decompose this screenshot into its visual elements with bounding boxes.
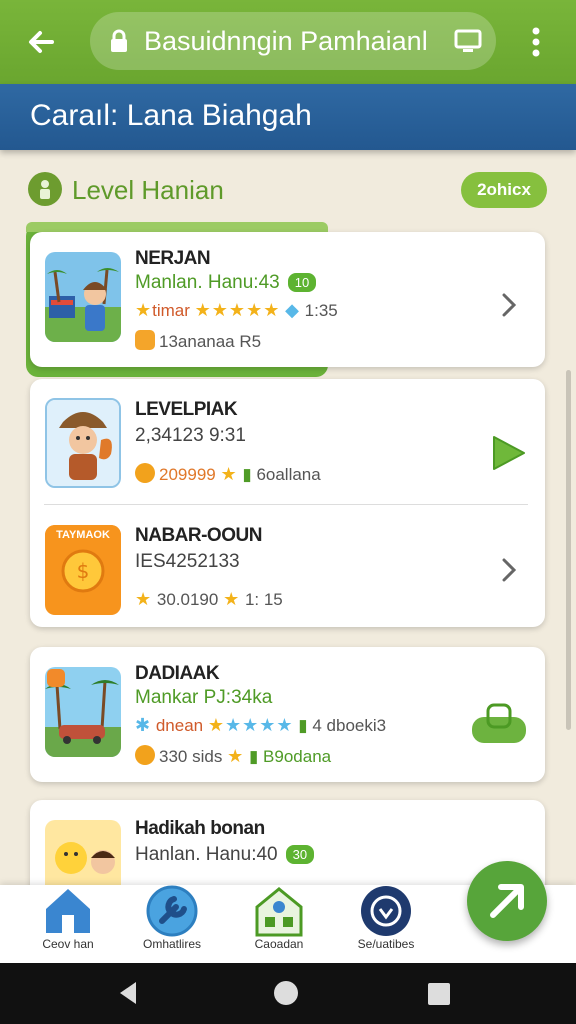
shield-icon — [361, 886, 411, 936]
share-fab-button[interactable] — [467, 861, 547, 941]
more-menu-icon[interactable] — [524, 22, 548, 62]
nav-label: Ceov han — [42, 937, 94, 951]
star-icon: ★ — [227, 746, 245, 766]
coin-icon — [135, 463, 155, 483]
chest-icon — [135, 330, 155, 350]
item-subtitle: Hanlan. Hanu:40 30 — [135, 844, 315, 866]
system-back-icon[interactable] — [116, 980, 140, 1006]
leaf-icon: ▮ — [248, 747, 259, 766]
item-subtitle: 2,34123 9:31 — [135, 425, 246, 446]
system-navigation-bar — [0, 963, 576, 1024]
coin-icon — [135, 745, 155, 765]
chevron-right-icon[interactable] — [497, 555, 521, 585]
rating-value-2: 1: 15 — [244, 590, 283, 609]
list-item[interactable]: NERJAN Manlan. Hanu:43 10 ★timar ★★★★★ ◆ … — [30, 232, 545, 367]
rating-prefix: dnean — [155, 716, 204, 735]
gem-icon: ◆ — [285, 300, 300, 320]
leaf-icon: ▮ — [242, 465, 252, 484]
list-item[interactable]: DADIAAK Mankar PJ:34ka ✱ dnean ★★★★★ ▮ 4… — [30, 647, 545, 782]
item-title: NABAR-OOUN — [135, 525, 262, 546]
nav-item-security[interactable]: Se/uatibes — [336, 885, 436, 963]
coin-value: 209999 — [159, 465, 216, 484]
item-subtitle-text: Manlan. Hanu:43 — [135, 272, 280, 293]
item-title: Hadikah bonan — [135, 818, 265, 839]
lock-icon — [111, 29, 127, 52]
rating-prefix: timar — [152, 301, 190, 320]
system-home-icon[interactable] — [274, 981, 298, 1005]
rating-stars: ★★★★★ — [194, 300, 281, 320]
address-bar[interactable]: Basuidnngin Pamhaianl — [90, 12, 496, 70]
coin-value: 330 sids — [159, 747, 223, 766]
item-rating: ★ 30.0190 ★ 1: 15 — [135, 589, 283, 610]
section-title: Level Hanian — [72, 175, 224, 205]
star-icon: ★ — [135, 589, 153, 609]
gem-icon: ✱ — [135, 715, 152, 735]
nav-item-school[interactable]: Caoadan — [229, 885, 329, 963]
level-badge: 10 — [287, 273, 317, 293]
item-meta: 330 sids ★ ▮ B9odana — [135, 745, 331, 767]
meta-tail: 6oallana — [256, 465, 321, 484]
nav-item-home[interactable]: Ceov han — [18, 885, 118, 963]
star-icon: ★ — [135, 300, 153, 320]
page-title: Caraıl: Lana Biahgah — [30, 99, 312, 132]
wrench-icon — [146, 885, 198, 937]
item-title: NERJAN — [135, 248, 211, 269]
item-thumbnail: $ TAYMAOK — [45, 525, 121, 615]
chevron-right-icon[interactable] — [497, 290, 521, 320]
system-recents-icon[interactable] — [428, 983, 450, 1005]
home-icon — [46, 889, 90, 933]
scrollbar[interactable] — [566, 370, 571, 730]
shopping-bag-icon[interactable] — [470, 703, 528, 745]
item-subtitle: Manlan. Hanu:43 10 — [135, 272, 317, 294]
svg-text:$: $ — [77, 559, 90, 583]
rating-value: 4 dboeki3 — [312, 716, 387, 735]
divider — [44, 504, 528, 505]
nav-label: Se/uatibes — [357, 937, 415, 951]
item-rating: ✱ dnean ★★★★★ ▮ 4 dboeki3 — [135, 715, 386, 736]
level-badge: 30 — [285, 845, 315, 865]
page-header: Caraıl: Lana Biahgah — [0, 84, 576, 150]
nav-item-tools[interactable]: Omhatlires — [122, 885, 222, 963]
item-meta: 13ananaa R5 — [135, 330, 261, 352]
section-pill-button[interactable]: 2ohicx — [461, 172, 547, 208]
leaf-icon: ▮ — [298, 716, 308, 735]
level-icon — [28, 172, 62, 206]
rating-value: 30.0190 — [156, 590, 219, 609]
list-group: LEVELPIAK 2,34123 9:31 209999 ★ ▮ 6oalla… — [30, 379, 545, 627]
url-text: Basuidnngin Pamhaianl — [144, 26, 428, 56]
item-title: DADIAAK — [135, 663, 220, 684]
item-thumbnail — [45, 252, 121, 342]
item-thumbnail — [45, 667, 121, 757]
browser-toolbar: Basuidnngin Pamhaianl — [0, 0, 576, 84]
item-subtitle-text: Hanlan. Hanu:40 — [135, 844, 278, 865]
play-icon[interactable] — [488, 433, 528, 473]
item-thumbnail — [45, 398, 121, 488]
nav-label: Omhatlires — [142, 937, 201, 951]
meta-tail: B9odana — [263, 747, 332, 766]
school-icon — [255, 887, 303, 937]
rating-value: 1:35 — [304, 301, 338, 320]
item-rating: ★timar ★★★★★ ◆ 1:35 — [135, 300, 338, 321]
progress-bar-top — [26, 222, 328, 232]
item-subtitle: Mankar PJ:34ka — [135, 687, 273, 708]
star-icon: ★ — [223, 589, 241, 609]
rating-stars: ★★★★ — [224, 715, 294, 735]
back-arrow-icon[interactable] — [22, 22, 62, 62]
meta-text: 13ananaa R5 — [159, 332, 262, 351]
item-title: LEVELPIAK — [135, 399, 238, 420]
item-subtitle: IES4252133 — [135, 551, 240, 572]
arrow-up-right-icon — [490, 884, 524, 918]
star-icon: ★ — [220, 464, 238, 484]
cast-screen-icon[interactable] — [454, 29, 482, 53]
item-meta: 209999 ★ ▮ 6oallana — [135, 463, 321, 485]
nav-label: Caoadan — [254, 937, 304, 951]
thumb-label: TAYMAOK — [56, 529, 110, 541]
star-icon: ★ — [207, 715, 225, 735]
